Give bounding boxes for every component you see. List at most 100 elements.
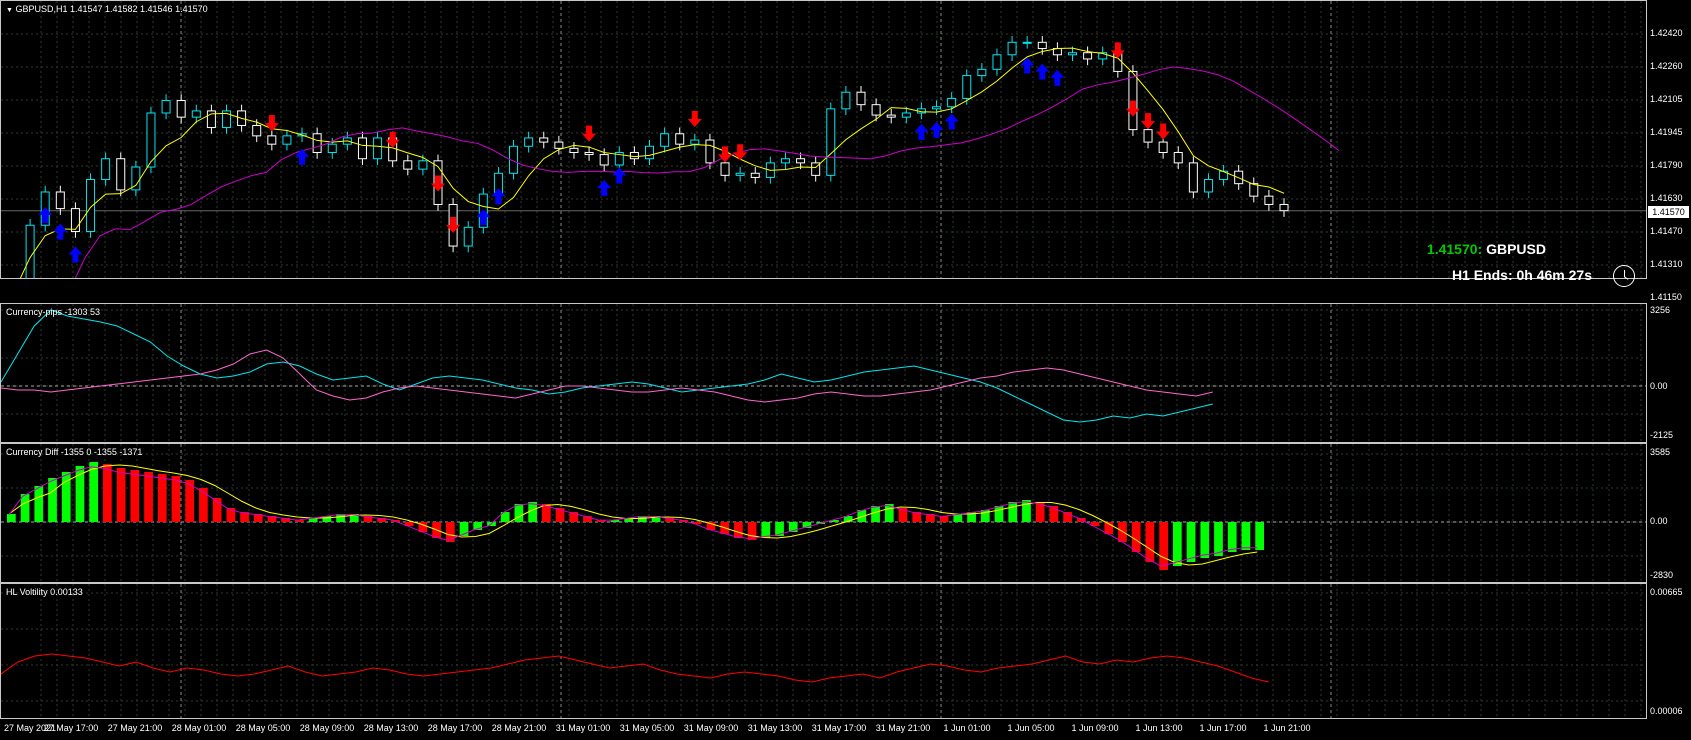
candle-body bbox=[373, 137, 383, 160]
diff-bar bbox=[157, 474, 167, 522]
candle-body bbox=[116, 158, 126, 191]
price-tick: 1.41150 bbox=[1650, 292, 1682, 302]
candle-body bbox=[962, 75, 972, 99]
candle-body bbox=[25, 224, 35, 278]
buy-arrow bbox=[68, 246, 83, 263]
time-tick: 28 May 21:00 bbox=[491, 723, 547, 733]
time-tick: 1 Jun 01:00 bbox=[943, 723, 991, 733]
price-tick: 1.42105 bbox=[1650, 94, 1683, 104]
symbol-title: ▼ GBPUSD,H1 1.41547 1.41582 1.41546 1.41… bbox=[6, 4, 208, 14]
diff-bar bbox=[144, 472, 153, 522]
candle-body bbox=[1022, 41, 1032, 44]
sell-arrow bbox=[264, 115, 279, 132]
hl-tick: 0.00665 bbox=[1650, 587, 1683, 597]
currency-pips-chart bbox=[1, 304, 1646, 442]
candle-body bbox=[584, 151, 594, 156]
hl-tick: 0.00006 bbox=[1650, 706, 1683, 716]
candle-body bbox=[463, 226, 473, 247]
candle-body bbox=[569, 147, 579, 153]
time-tick: 1 Jun 09:00 bbox=[1071, 723, 1119, 733]
buy-arrow bbox=[597, 179, 612, 196]
time-tick: 28 May 09:00 bbox=[299, 723, 355, 733]
sell-arrow bbox=[1156, 123, 1171, 140]
candle-body bbox=[675, 133, 685, 145]
diff-bar bbox=[1186, 522, 1196, 562]
candle-body bbox=[176, 100, 186, 118]
candle-body bbox=[403, 160, 413, 170]
time-tick: 1 Jun 05:00 bbox=[1007, 723, 1055, 733]
diff-bar bbox=[871, 506, 880, 522]
time-tick: 28 May 05:00 bbox=[235, 723, 291, 733]
diff-bar bbox=[171, 476, 181, 522]
diff-bar bbox=[1145, 522, 1155, 562]
title-dropdown-icon[interactable]: ▼ bbox=[6, 7, 13, 14]
diff-bar bbox=[1214, 522, 1223, 556]
time-tick: 1 Jun 21:00 bbox=[1263, 723, 1311, 733]
main-chart-pane[interactable]: ▼ GBPUSD,H1 1.41547 1.41582 1.41546 1.41… bbox=[0, 0, 1647, 287]
pips-tick: -2125 bbox=[1650, 430, 1674, 440]
diff-bar bbox=[89, 462, 99, 522]
candle-body bbox=[1279, 203, 1289, 212]
price-chart[interactable] bbox=[1, 1, 1646, 278]
currency-pips-pane[interactable]: Currency-pips -1303 53 bbox=[0, 303, 1647, 443]
time-axis[interactable]: 27 May 2021 27 May 17:00 27 May 21:00 28 Ma… bbox=[0, 719, 1647, 740]
time-tick: 31 May 05:00 bbox=[619, 723, 675, 733]
candle-body bbox=[524, 137, 534, 147]
candle-body bbox=[1173, 151, 1183, 164]
time-tick: 31 May 17:00 bbox=[811, 723, 867, 733]
buy-arrow bbox=[1050, 69, 1065, 86]
price-tick: 1.41470 bbox=[1650, 226, 1683, 236]
sell-arrow bbox=[687, 111, 702, 128]
currency-diff-chart bbox=[1, 444, 1646, 582]
hl-volatility-pane[interactable]: HL Voltility 0.00133 bbox=[0, 583, 1647, 719]
candle-body bbox=[932, 106, 942, 110]
sell-arrow bbox=[446, 217, 461, 234]
diff-bar bbox=[103, 464, 112, 522]
candle-body bbox=[977, 68, 987, 77]
diff-bar bbox=[994, 506, 1004, 522]
candle-body bbox=[312, 133, 322, 153]
currency-diff-pane[interactable]: Currency Diff -1355 0 -1355 -1371 bbox=[0, 443, 1647, 583]
candle-body bbox=[252, 124, 262, 137]
time-tick: 31 May 01:00 bbox=[555, 723, 611, 733]
info-price: 1.41570: bbox=[1426, 241, 1483, 257]
diff-bar bbox=[514, 504, 524, 522]
time-tick: 27 May 21:00 bbox=[107, 723, 163, 733]
sell-arrow bbox=[582, 125, 597, 142]
candle-body bbox=[101, 158, 111, 181]
buy-arrow bbox=[1035, 63, 1050, 80]
candle-body bbox=[826, 108, 836, 176]
candle-body bbox=[735, 172, 745, 176]
diff-bar bbox=[34, 486, 44, 522]
info-symbol: GBPUSD bbox=[1486, 241, 1546, 257]
time-tick: 1 Jun 17:00 bbox=[1199, 723, 1247, 733]
candle-body bbox=[1264, 195, 1274, 205]
pips-line-a bbox=[1, 309, 1213, 423]
candle-body bbox=[1128, 70, 1138, 131]
main-price-axis[interactable]: 1.42420 1.42260 1.42105 1.41945 1.41790 … bbox=[1647, 0, 1691, 302]
candle-body bbox=[947, 97, 957, 108]
candle-body bbox=[327, 143, 337, 153]
buy-arrow bbox=[476, 209, 491, 226]
candle-body bbox=[1068, 52, 1077, 56]
diff-bar bbox=[1241, 522, 1251, 550]
candle-body bbox=[1143, 129, 1153, 143]
buy-arrow bbox=[491, 188, 506, 205]
candle-body bbox=[554, 141, 564, 149]
diff-bar bbox=[1200, 522, 1210, 558]
price-tick: 1.41790 bbox=[1650, 160, 1683, 170]
candle-body bbox=[55, 191, 65, 210]
time-tick: 31 May 21:00 bbox=[875, 723, 931, 733]
time-tick: 27 May 17:00 bbox=[43, 723, 99, 733]
pips-tick: 3256 bbox=[1650, 305, 1671, 315]
price-tick: 1.41945 bbox=[1650, 127, 1683, 137]
pips-tick: 0.00 bbox=[1650, 381, 1668, 391]
diff-bar bbox=[1131, 522, 1141, 552]
diff-tick: -2830 bbox=[1650, 570, 1674, 580]
time-tick: 31 May 13:00 bbox=[747, 723, 803, 733]
diff-bar bbox=[734, 522, 743, 538]
buy-arrow bbox=[53, 223, 68, 240]
buy-arrow bbox=[1020, 57, 1035, 74]
diff-bar bbox=[747, 522, 757, 540]
candle-body bbox=[901, 112, 911, 118]
